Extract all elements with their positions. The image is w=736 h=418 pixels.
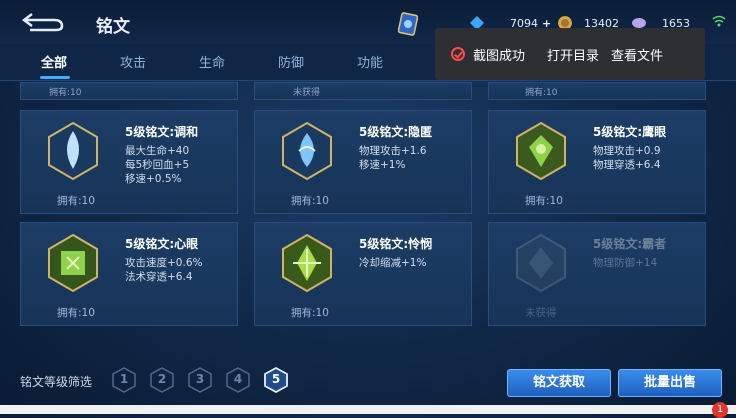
owned-count: 拥有:10: [49, 88, 82, 98]
rune-stat: 每5秒回血+5: [125, 159, 190, 171]
owned-count: 拥有:10: [57, 307, 95, 319]
rune-card[interactable]: 5级铭文:鹰眼 物理攻击+0.9 物理穿透+6.4 拥有:10: [488, 110, 706, 214]
rune-stat: 攻击速度+0.6%: [125, 257, 203, 269]
level-filter-4[interactable]: 4: [226, 367, 250, 393]
tab-defense[interactable]: 防御: [278, 52, 304, 71]
level-number: 2: [157, 372, 167, 386]
rune-gem-icon: [282, 121, 332, 181]
rune-name: 5级铭文:鹰眼: [593, 125, 667, 139]
rune-stat: 物理穿透+6.4: [593, 159, 661, 171]
rune-name: 5级铭文:调和: [125, 125, 199, 139]
rune-card-partial[interactable]: 拥有:10: [20, 82, 238, 100]
rune-gem-icon: [516, 233, 566, 293]
rune-card[interactable]: 5级铭文:心眼 攻击速度+0.6% 法术穿透+6.4 拥有:10: [20, 222, 238, 326]
rune-name: 5级铭文:霸者: [593, 237, 667, 251]
signal-icon: [712, 15, 726, 27]
owned-count: 拥有:10: [525, 195, 563, 207]
check-circle-icon: [451, 47, 465, 61]
rune-stat: 物理攻击+1.6: [359, 145, 427, 157]
system-strip: [0, 405, 736, 414]
rune-book-icon[interactable]: [398, 12, 418, 36]
tab-all[interactable]: 全部: [41, 52, 67, 71]
rune-gem-icon: [48, 233, 98, 293]
open-directory-link[interactable]: 打开目录: [547, 45, 599, 64]
rune-gem-icon: [48, 121, 98, 181]
screenshot-toast: 截图成功 打开目录 查看文件: [435, 28, 705, 80]
rune-name: 5级铭文:隐匿: [359, 125, 433, 139]
owned-count: 未获得: [525, 307, 557, 319]
rune-card-partial[interactable]: 未获得: [254, 82, 472, 100]
tab-function[interactable]: 功能: [357, 52, 383, 71]
tab-attack[interactable]: 攻击: [120, 52, 146, 71]
back-arrow-icon[interactable]: [22, 10, 66, 32]
level-number: 5: [271, 372, 281, 386]
rune-card[interactable]: 5级铭文:怜悯 冷却缩减+1% 拥有:10: [254, 222, 472, 326]
rune-card-locked[interactable]: 5级铭文:霸者 物理防御+14 未获得: [488, 222, 706, 326]
notification-badge[interactable]: 1: [712, 402, 728, 418]
rune-stat: 法术穿透+6.4: [125, 271, 193, 283]
rune-card-partial[interactable]: 拥有:10: [488, 82, 706, 100]
rune-stat: 物理防御+14: [593, 257, 658, 269]
rune-name: 5级铭文:怜悯: [359, 237, 433, 251]
level-number: 3: [195, 372, 205, 386]
rune-stat: 移速+0.5%: [125, 173, 182, 185]
level-number: 4: [233, 372, 243, 386]
rune-obtain-button[interactable]: 铭文获取: [507, 369, 611, 397]
bulk-sell-button[interactable]: 批量出售: [618, 369, 722, 397]
owned-count: 未获得: [293, 88, 321, 98]
level-filter-3[interactable]: 3: [188, 367, 212, 393]
level-filter-1[interactable]: 1: [112, 367, 136, 393]
view-file-link[interactable]: 查看文件: [611, 45, 663, 64]
tab-health[interactable]: 生命: [199, 52, 225, 71]
toast-message: 截图成功: [473, 48, 526, 64]
page-title: 铭文: [96, 17, 130, 37]
owned-count: 拥有:10: [291, 195, 329, 207]
level-filter-5[interactable]: 5: [264, 366, 288, 394]
rune-card[interactable]: 5级铭文:隐匿 物理攻击+1.6 移速+1% 拥有:10: [254, 110, 472, 214]
rune-stat: 冷却缩减+1%: [359, 257, 427, 269]
rune-card[interactable]: 5级铭文:调和 最大生命+40 每5秒回血+5 移速+0.5% 拥有:10: [20, 110, 238, 214]
rune-gem-icon: [282, 233, 332, 293]
rune-name: 5级铭文:心眼: [125, 237, 199, 251]
active-tab-indicator: [40, 76, 70, 79]
level-filter-label: 铭文等级筛选: [20, 375, 93, 389]
bottom-bar: 铭文等级筛选 1 2 3 4 5 铭文获取 批量出售: [0, 355, 736, 405]
level-filter-2[interactable]: 2: [150, 367, 174, 393]
rune-stat: 物理攻击+0.9: [593, 145, 661, 157]
owned-count: 拥有:10: [291, 307, 329, 319]
rune-stat: 最大生命+40: [125, 145, 190, 157]
rune-stat: 移速+1%: [359, 159, 406, 171]
owned-count: 拥有:10: [57, 195, 95, 207]
rune-gem-icon: [516, 121, 566, 181]
level-number: 1: [119, 372, 129, 386]
owned-count: 拥有:10: [525, 88, 558, 98]
